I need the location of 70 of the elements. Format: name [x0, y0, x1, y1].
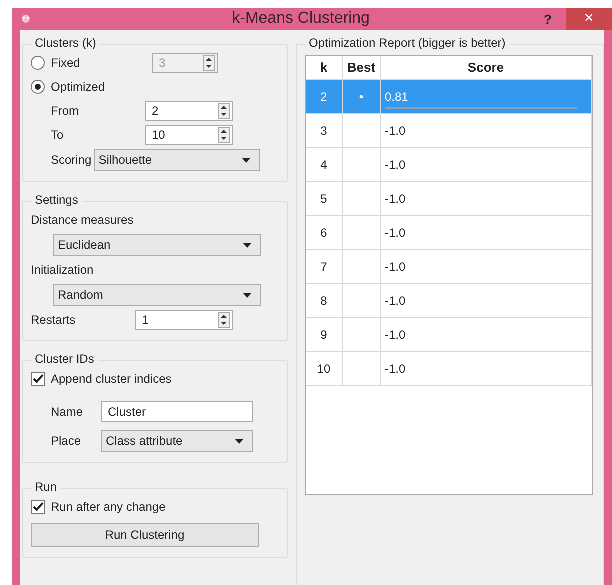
table-row[interactable]: 6 -1.0 [306, 216, 592, 250]
column-header[interactable]: Best [343, 56, 381, 79]
table-row[interactable]: 5 -1.0 [306, 182, 592, 216]
table-row[interactable]: 10 -1.0 [306, 352, 592, 386]
table-cell: -1.0 [385, 294, 406, 308]
table-cell: 4 [320, 158, 328, 172]
field-label: Initialization [31, 263, 94, 277]
dropdown-caret-icon [243, 242, 252, 248]
close-button[interactable]: × [566, 8, 612, 30]
table-cell: -1.0 [385, 124, 406, 138]
radio-label: Fixed [51, 56, 82, 70]
table-cell: 8 [320, 294, 328, 308]
table-row[interactable]: 4 -1.0 [306, 148, 592, 182]
table-cell: 9 [320, 328, 328, 342]
distance-dropdown[interactable]: Euclidean [53, 234, 261, 256]
table-row[interactable]: 3 -1.0 [306, 114, 592, 148]
radio-button[interactable] [31, 80, 45, 94]
table-cell: 2 [320, 90, 328, 104]
checkbox[interactable] [31, 500, 45, 514]
field-label: To [51, 128, 65, 142]
checkbox[interactable] [31, 372, 45, 386]
table-cell: 3 [320, 124, 328, 138]
table-cell: 5 [320, 192, 328, 206]
spinner-arrows-icon[interactable] [218, 103, 230, 119]
run-clustering-button[interactable]: Run Clustering [31, 523, 259, 547]
field-label: Name [51, 404, 84, 418]
group-title: Cluster IDs [31, 352, 98, 366]
spin-field[interactable]: 10 [145, 125, 233, 145]
column-header[interactable]: Score [381, 56, 592, 79]
table-row[interactable]: 9 -1.0 [306, 318, 592, 352]
dropdown-caret-icon [243, 292, 252, 298]
field-label: Distance measures [31, 213, 134, 227]
radio-label: Optimized [51, 80, 106, 94]
field-label: Place [51, 434, 82, 448]
dropdown-caret-icon [235, 438, 244, 444]
initialization-dropdown[interactable]: Random [53, 284, 261, 306]
spinner-arrows-icon[interactable] [218, 312, 230, 328]
app-icon [20, 13, 32, 25]
field-label: From [51, 104, 80, 118]
table-row[interactable]: 7 -1.0 [306, 250, 592, 284]
spinner-arrows-icon[interactable] [218, 127, 230, 143]
group-title: Run [31, 480, 62, 494]
table-cell: -1.0 [385, 158, 406, 172]
group-title: Clusters (k) [31, 36, 100, 50]
spin-field[interactable]: 1 [135, 310, 233, 330]
window-title: k-Means Clustering [231, 10, 371, 28]
table-cell: -1.0 [385, 260, 406, 274]
name-field[interactable]: Cluster [101, 401, 253, 422]
table-cell: -1.0 [385, 226, 406, 240]
help-button[interactable]: ? [530, 12, 566, 26]
spin-field[interactable]: 2 [145, 101, 233, 121]
table-row[interactable]: 8 -1.0 [306, 284, 592, 318]
table-cell: 0.81 [385, 90, 408, 104]
table-cell: -1.0 [385, 328, 406, 342]
dropdown-caret-icon [242, 158, 251, 162]
table-cell: -1.0 [385, 362, 406, 376]
table-cell: 7 [320, 260, 328, 274]
checkbox-label: Run after any change [51, 500, 166, 514]
field-label: Scoring [51, 153, 92, 167]
group-title: Optimization Report (bigger is better) [305, 36, 510, 50]
field-label: Restarts [31, 313, 77, 327]
scoring-dropdown[interactable]: Silhouette [94, 149, 260, 171]
table-cell: • [359, 90, 364, 104]
group-title: Settings [31, 193, 82, 207]
checkbox-label: Append cluster indices [51, 372, 172, 386]
table-cell: 10 [317, 362, 331, 376]
place-dropdown[interactable]: Class attribute [101, 430, 253, 452]
table-cell: -1.0 [385, 192, 406, 206]
table-cell: 6 [320, 226, 328, 240]
column-header[interactable]: k [306, 56, 343, 79]
